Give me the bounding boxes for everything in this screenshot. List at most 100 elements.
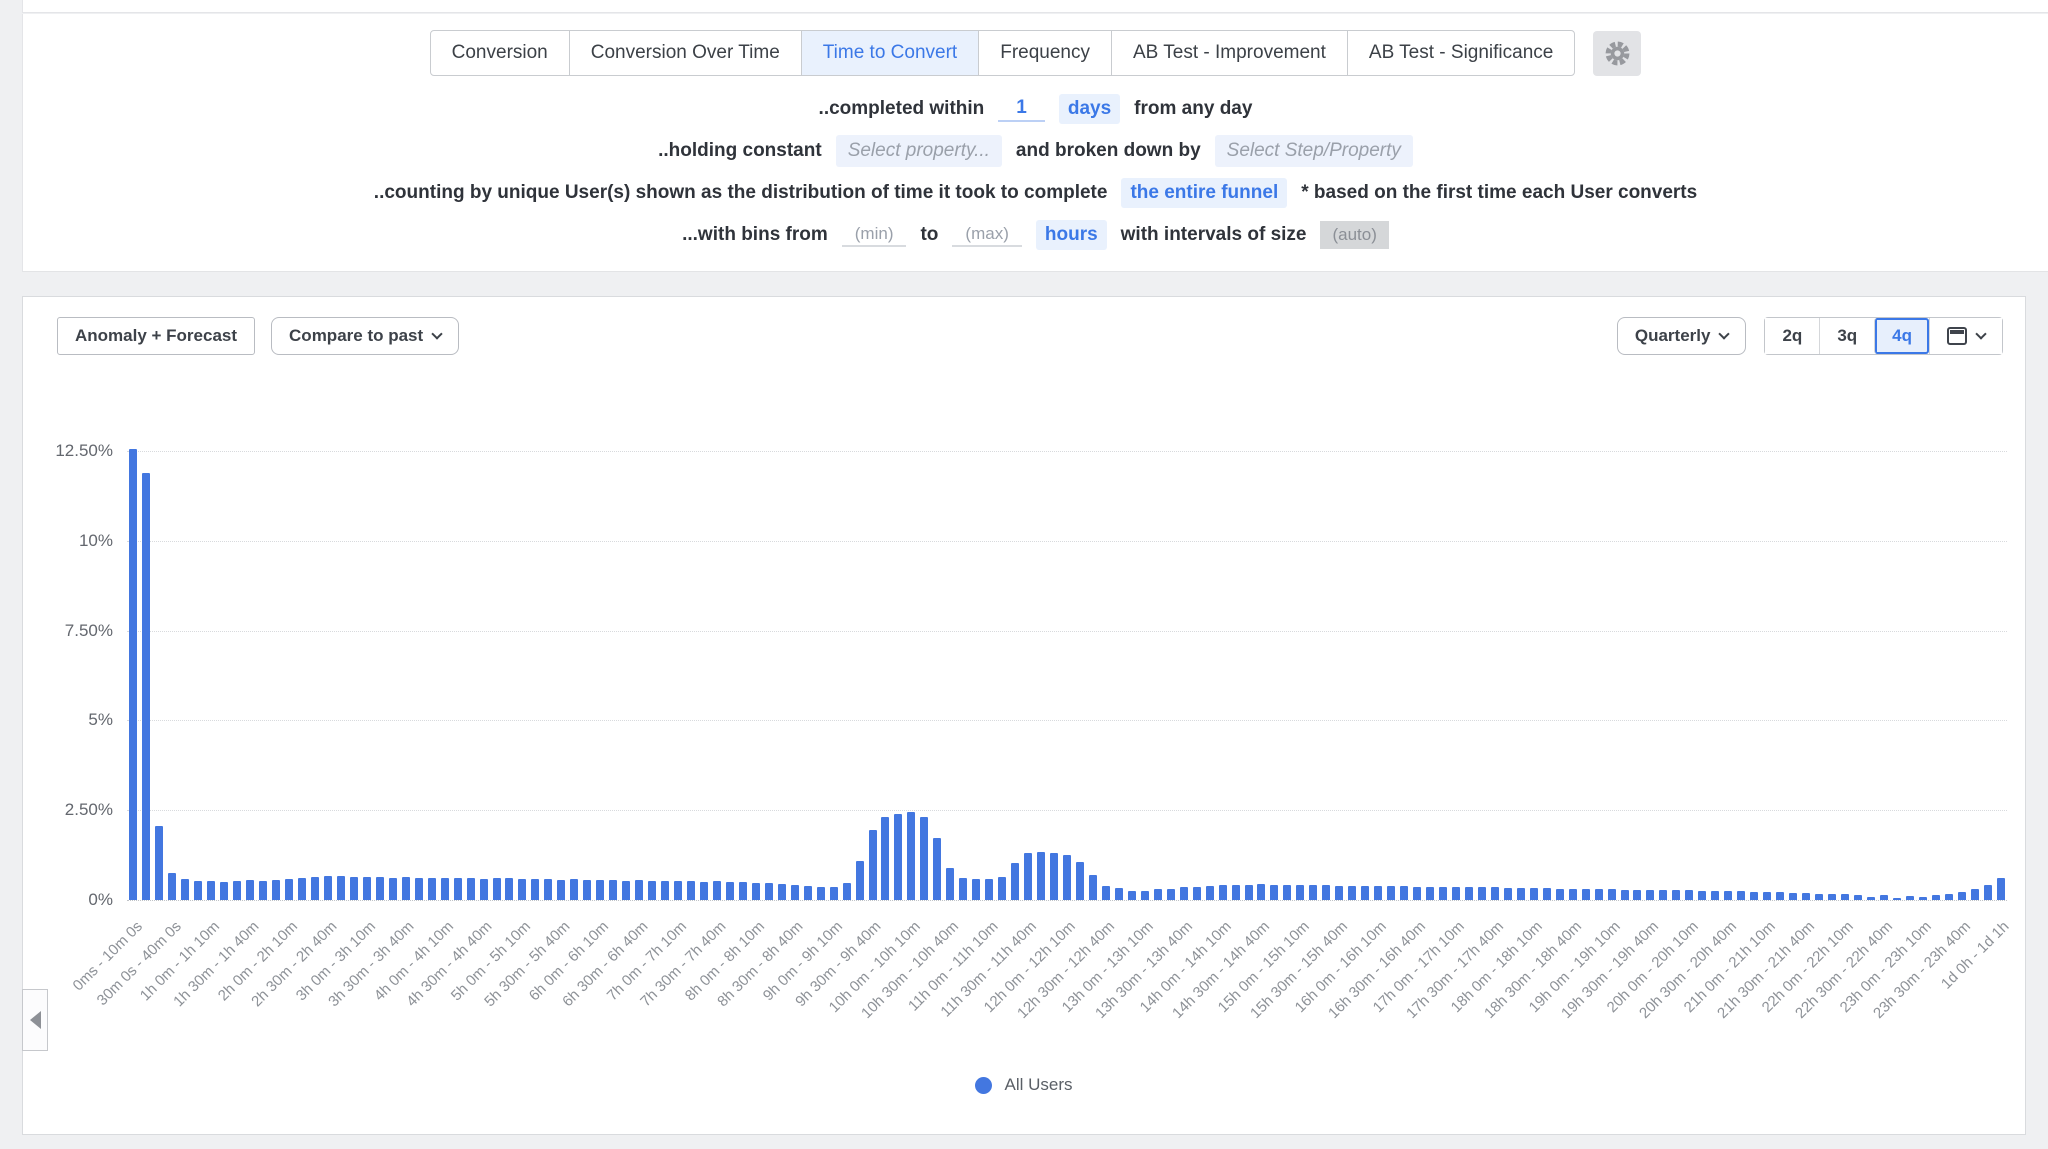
bar-bin-72[interactable]	[1063, 855, 1071, 900]
tab-ab-test-significance[interactable]: AB Test - Significance	[1347, 31, 1574, 75]
bar-bin-134[interactable]	[1867, 897, 1875, 900]
bar-bin-96[interactable]	[1374, 886, 1382, 900]
bar-bin-30[interactable]	[518, 879, 526, 900]
bar-bin-17[interactable]	[350, 877, 358, 900]
range-option-4q[interactable]: 4q	[1874, 318, 1929, 354]
bar-bin-7[interactable]	[220, 882, 228, 900]
tab-ab-test-improvement[interactable]: AB Test - Improvement	[1111, 31, 1347, 75]
bar-bin-75[interactable]	[1102, 886, 1110, 900]
granularity-dropdown[interactable]: Quarterly	[1617, 317, 1747, 355]
bar-bin-52[interactable]	[804, 886, 812, 900]
bar-bin-124[interactable]	[1737, 891, 1745, 900]
bar-bin-16[interactable]	[337, 876, 345, 900]
bar-bin-79[interactable]	[1154, 889, 1162, 900]
bar-bin-51[interactable]	[791, 885, 799, 900]
bar-bin-29[interactable]	[505, 878, 513, 900]
bar-bin-63[interactable]	[946, 868, 954, 900]
bar-bin-132[interactable]	[1841, 894, 1849, 900]
bar-bin-113[interactable]	[1595, 889, 1603, 900]
bar-bin-100[interactable]	[1426, 887, 1434, 900]
bar-bin-102[interactable]	[1452, 887, 1460, 900]
bar-bin-11[interactable]	[272, 880, 280, 900]
bar-bin-138[interactable]	[1919, 897, 1927, 900]
bar-bin-19[interactable]	[376, 877, 384, 900]
bar-bin-18[interactable]	[363, 877, 371, 900]
bar-bin-36[interactable]	[596, 880, 604, 900]
bar-bin-68[interactable]	[1011, 863, 1019, 900]
custom-date-range-button[interactable]	[1929, 318, 2002, 354]
bar-bin-21[interactable]	[402, 877, 410, 900]
bin-unit-dropdown[interactable]: hours	[1036, 220, 1107, 250]
bar-bin-142[interactable]	[1971, 889, 1979, 900]
bar-bin-70[interactable]	[1037, 852, 1045, 900]
bar-bin-25[interactable]	[454, 878, 462, 900]
bar-bin-3[interactable]	[168, 873, 176, 900]
bar-bin-118[interactable]	[1659, 890, 1667, 900]
bar-bin-5[interactable]	[194, 881, 202, 900]
bar-bin-131[interactable]	[1828, 894, 1836, 900]
bar-bin-13[interactable]	[298, 878, 306, 900]
bar-bin-62[interactable]	[933, 838, 941, 900]
bar-bin-37[interactable]	[609, 880, 617, 900]
bar-bin-23[interactable]	[428, 878, 436, 900]
bar-bin-58[interactable]	[881, 817, 889, 900]
bar-bin-81[interactable]	[1180, 887, 1188, 900]
bar-bin-95[interactable]	[1361, 886, 1369, 900]
bar-bin-55[interactable]	[843, 883, 851, 900]
bar-bin-116[interactable]	[1633, 890, 1641, 900]
bar-bin-12[interactable]	[285, 879, 293, 900]
bar-bin-54[interactable]	[830, 887, 838, 900]
bar-bin-128[interactable]	[1789, 893, 1797, 900]
bar-bin-38[interactable]	[622, 881, 630, 900]
bar-bin-22[interactable]	[415, 878, 423, 900]
anomaly-forecast-button[interactable]: Anomaly + Forecast	[57, 317, 255, 355]
bar-bin-76[interactable]	[1115, 888, 1123, 900]
tab-conversion[interactable]: Conversion	[431, 31, 569, 75]
tab-frequency[interactable]: Frequency	[978, 31, 1111, 75]
conversion-window-value-input[interactable]: 1	[998, 96, 1045, 122]
bar-bin-86[interactable]	[1245, 885, 1253, 900]
bar-bin-91[interactable]	[1309, 885, 1317, 900]
bar-bin-136[interactable]	[1893, 898, 1901, 901]
bar-bin-120[interactable]	[1685, 890, 1693, 900]
tab-conversion-over-time[interactable]: Conversion Over Time	[569, 31, 801, 75]
bar-bin-24[interactable]	[441, 878, 449, 900]
bar-bin-8[interactable]	[233, 881, 241, 900]
bar-bin-83[interactable]	[1206, 886, 1214, 900]
bar-bin-109[interactable]	[1543, 888, 1551, 900]
bar-bin-67[interactable]	[998, 877, 1006, 900]
bar-bin-15[interactable]	[324, 876, 332, 900]
bar-bin-71[interactable]	[1050, 853, 1058, 900]
select-property-dropdown[interactable]: Select property...	[836, 135, 1002, 167]
bar-bin-77[interactable]	[1128, 891, 1136, 900]
bar-bin-61[interactable]	[920, 817, 928, 900]
bar-bin-46[interactable]	[726, 882, 734, 900]
bar-bin-66[interactable]	[985, 879, 993, 900]
bar-bin-50[interactable]	[778, 884, 786, 900]
bar-bin-84[interactable]	[1219, 885, 1227, 900]
bar-bin-2[interactable]	[155, 826, 163, 900]
bar-bin-110[interactable]	[1556, 889, 1564, 900]
bar-bin-14[interactable]	[311, 877, 319, 900]
bin-max-input[interactable]: (max)	[952, 223, 1021, 247]
range-option-2q[interactable]: 2q	[1765, 318, 1819, 354]
bar-bin-49[interactable]	[765, 883, 773, 900]
bar-bin-65[interactable]	[972, 879, 980, 900]
bar-bin-80[interactable]	[1167, 889, 1175, 900]
bar-bin-107[interactable]	[1517, 888, 1525, 900]
bar-bin-57[interactable]	[869, 830, 877, 900]
bar-bin-74[interactable]	[1089, 875, 1097, 900]
bar-bin-42[interactable]	[674, 881, 682, 900]
bar-bin-119[interactable]	[1672, 890, 1680, 900]
bar-bin-82[interactable]	[1193, 887, 1201, 900]
bar-bin-129[interactable]	[1802, 893, 1810, 900]
bar-bin-90[interactable]	[1296, 885, 1304, 900]
bar-bin-101[interactable]	[1439, 887, 1447, 900]
bar-bin-92[interactable]	[1322, 885, 1330, 900]
bar-bin-41[interactable]	[661, 881, 669, 900]
bar-bin-34[interactable]	[570, 879, 578, 900]
bar-bin-48[interactable]	[752, 883, 760, 900]
select-step-property-dropdown[interactable]: Select Step/Property	[1215, 135, 1413, 167]
bar-bin-4[interactable]	[181, 879, 189, 900]
bar-bin-117[interactable]	[1646, 890, 1654, 900]
